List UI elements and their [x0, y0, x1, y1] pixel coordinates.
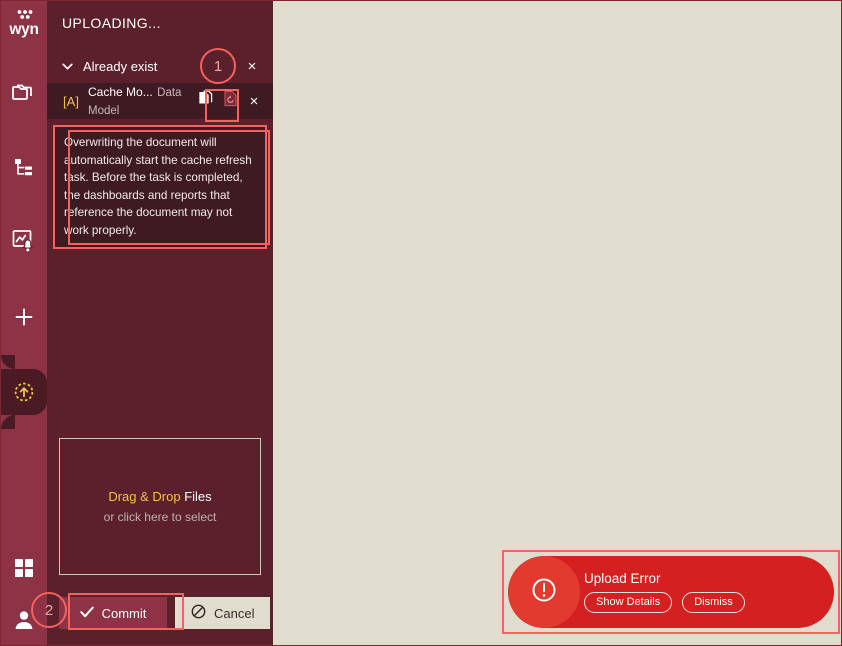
sidebar-item-upload[interactable] [1, 370, 47, 414]
error-icon-circle [508, 556, 580, 628]
chart-alert-icon [11, 228, 37, 253]
cancel-button[interactable]: Cancel [175, 597, 271, 629]
dropzone-rest: Files [180, 489, 212, 504]
panel-title: UPLOADING... [62, 15, 161, 31]
group-header-already-exist[interactable]: Already exist × [47, 49, 273, 83]
wyn-logo[interactable]: wyn [1, 3, 47, 47]
upload-circle-icon [12, 380, 36, 404]
file-name: Cache Mo... [88, 85, 153, 99]
remove-file-button[interactable]: × [243, 90, 265, 112]
overwrite-document-icon [223, 90, 238, 112]
copy-document-icon [198, 90, 215, 113]
no-entry-icon [191, 604, 206, 622]
cancel-button-label: Cancel [214, 605, 255, 621]
toast-body: Upload Error Show Details Dismiss [580, 571, 745, 613]
upload-error-toast: Upload Error Show Details Dismiss [508, 556, 834, 628]
sidebar-item-monitoring[interactable] [1, 218, 47, 262]
panel-spacer [47, 249, 273, 438]
main-canvas [273, 1, 841, 645]
upload-panel: UPLOADING... Already exist × [A] Cache M… [47, 1, 273, 645]
dropzone[interactable]: Drag & Drop Files or click here to selec… [59, 438, 261, 575]
hierarchy-tree-icon [12, 156, 36, 180]
grid-apps-icon [13, 557, 35, 579]
group-close-button[interactable]: × [241, 55, 263, 77]
annotation-marker-2: 2 [31, 592, 67, 628]
commit-button-label: Commit [101, 605, 147, 621]
toast-title: Upload Error [584, 571, 661, 586]
dropzone-highlight: Drag & Drop [108, 489, 181, 504]
file-item-row[interactable]: [A] Cache Mo... Data Model × [47, 83, 273, 119]
chevron-down-icon[interactable] [59, 60, 75, 73]
left-icon-rail: wyn [1, 1, 47, 645]
overwrite-button[interactable] [217, 88, 243, 114]
dismiss-button[interactable]: Dismiss [682, 592, 745, 613]
sidebar-item-apps[interactable] [1, 546, 47, 590]
show-details-button[interactable]: Show Details [584, 592, 673, 613]
sidebar-item-documents[interactable] [1, 70, 47, 114]
check-icon [79, 606, 94, 621]
toast-buttons: Show Details Dismiss [584, 592, 745, 613]
commit-button[interactable]: Commit [59, 597, 167, 629]
overwrite-warning-text: Overwriting the document will automatica… [53, 125, 267, 249]
keep-both-button[interactable] [195, 90, 217, 112]
panel-button-bar: Commit Cancel [59, 597, 271, 629]
documents-folder-icon [11, 80, 37, 104]
dropzone-hint: or click here to select [103, 510, 217, 524]
svg-text:wyn: wyn [8, 21, 38, 38]
dropzone-primary-label: Drag & Drop Files [108, 489, 211, 504]
upload-error-annotation-box: Upload Error Show Details Dismiss [502, 550, 840, 634]
plus-icon [13, 306, 35, 328]
svg-text:[A]: [A] [63, 94, 79, 109]
file-item-text: Cache Mo... Data Model [83, 83, 195, 119]
annotation-marker-1: 1 [200, 48, 236, 84]
data-model-type-icon: [A] [59, 91, 83, 111]
error-exclamation-icon [529, 575, 559, 610]
sidebar-item-create[interactable] [1, 295, 47, 339]
sidebar-item-categories[interactable] [1, 146, 47, 190]
